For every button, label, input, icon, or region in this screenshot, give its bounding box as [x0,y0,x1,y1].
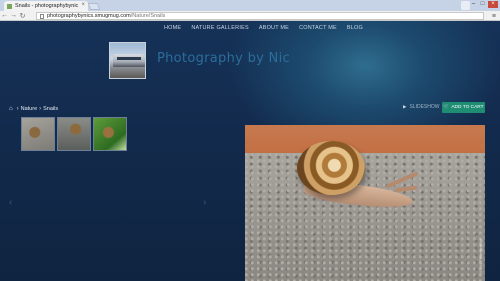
tab-close-icon[interactable]: × [81,2,85,8]
next-arrow-icon[interactable]: › [203,197,206,208]
maximize-icon[interactable]: □ [479,1,486,8]
breadcrumb-separator-icon: › [39,106,42,112]
slideshow-label: SLIDESHOW [409,104,440,110]
reload-icon[interactable]: ↻ [18,12,27,20]
back-icon[interactable]: ← [0,12,9,19]
page-content: HOME NATURE GALLERIES ABOUT ME CONTACT M… [0,21,500,281]
window-close-icon[interactable]: × [488,1,498,8]
nav-home[interactable]: HOME [164,25,181,31]
add-to-cart-button[interactable]: 🛒 ADD TO CART [442,102,485,113]
photo-ground [245,153,485,281]
browser-toolbar: ← → ↻ photographybynics.smugmug.com/Natu… [0,11,500,21]
breadcrumb-snails[interactable]: Snails [43,106,58,112]
forward-icon[interactable]: → [9,12,18,19]
new-tab-button[interactable] [87,3,101,10]
breadcrumb-separator-icon: › [16,106,19,112]
browser-tab-bar: Snails - photographybynic × – □ × [0,0,500,11]
url-path: /Nature/Snails [130,13,166,19]
url-host: photographybynics.smugmug.com [47,13,131,19]
main-photo[interactable]: © Nic Photography [245,125,485,281]
home-icon[interactable]: ⌂ [9,106,13,112]
nav-nature-galleries[interactable]: NATURE GALLERIES [191,25,249,31]
tab-title: Snails - photographybynic [15,3,79,9]
previous-arrow-icon[interactable]: ‹ [9,197,12,208]
favicon-icon [7,3,12,9]
nav-blog[interactable]: BLOG [347,25,363,31]
user-profile-icon[interactable] [461,1,470,10]
thumbnail-strip [21,117,127,151]
thumbnail-snail-1[interactable] [21,117,55,151]
minimize-icon[interactable]: – [470,1,477,8]
site-title[interactable]: Photography by Nic [157,51,290,66]
cart-icon: 🛒 [443,105,450,110]
nav-about-me[interactable]: ABOUT ME [259,25,289,31]
thumbnail-snail-2[interactable] [57,117,91,151]
photo-watermark: © Nic Photography [478,239,483,275]
window-controls: – □ × [470,1,498,8]
browser-tab[interactable]: Snails - photographybynic × [4,1,88,11]
address-bar[interactable]: photographybynics.smugmug.com/Nature/Sna… [36,12,484,20]
add-to-cart-label: ADD TO CART [451,105,484,110]
nav-contact-me[interactable]: CONTACT ME [299,25,337,31]
play-icon: ▶ [403,104,407,109]
snail-shell [297,141,365,195]
train-graphic [113,54,145,67]
breadcrumb: ⌂ › Nature › Snails [9,106,58,112]
page-icon [40,13,44,19]
breadcrumb-nature[interactable]: Nature [21,106,38,112]
site-logo-image[interactable] [109,42,146,79]
thumbnail-snail-3[interactable] [93,117,127,151]
slideshow-button[interactable]: ▶ SLIDESHOW [403,104,439,110]
site-nav: HOME NATURE GALLERIES ABOUT ME CONTACT M… [164,25,363,31]
browser-menu-icon[interactable]: ≡ [492,13,496,20]
